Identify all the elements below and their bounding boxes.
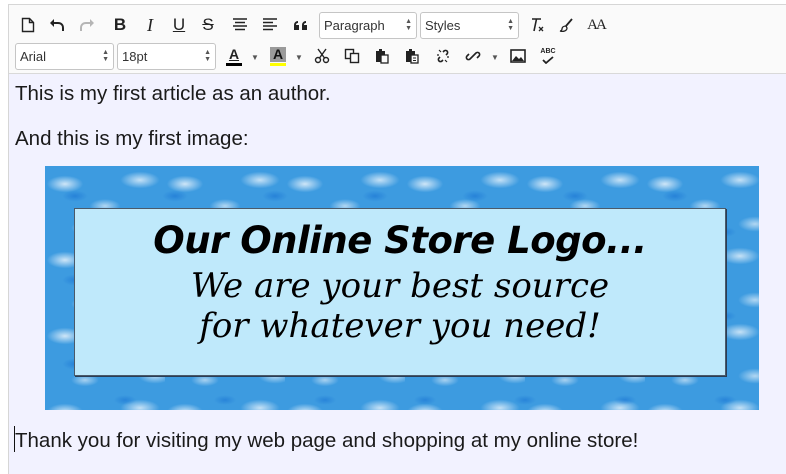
logo-panel: Our Online Store Logo... We are your bes… — [74, 208, 726, 376]
align-center-icon — [233, 18, 247, 31]
block-format-select[interactable]: Paragraph ▲ ▼ — [319, 12, 417, 39]
insert-image-button[interactable] — [505, 43, 531, 69]
blockquote-button[interactable] — [288, 12, 314, 38]
align-left-icon — [263, 18, 277, 31]
cut-button[interactable] — [309, 43, 335, 69]
font-size-select[interactable]: 18pt ▲ ▼ — [117, 43, 216, 70]
unlink-icon — [437, 49, 449, 63]
block-format-value: Paragraph — [324, 18, 385, 33]
undo-button[interactable] — [44, 12, 70, 38]
scissors-icon — [314, 48, 330, 64]
undo-icon — [50, 19, 64, 31]
clear-formatting-icon — [532, 18, 544, 32]
text-color-icon: A — [228, 45, 240, 62]
paragraph: And this is my first image: — [15, 127, 249, 150]
strikethrough-button[interactable]: S — [195, 12, 221, 38]
font-size-icon: AA — [587, 16, 607, 33]
underline-icon: U — [172, 15, 186, 34]
checkmark-icon — [542, 56, 554, 64]
font-size-toggle-button[interactable]: AA — [583, 12, 609, 38]
editor-toolbar: B I U S Paragraph ▲ ▼ Styles ▲ ▼ AA Aria… — [9, 5, 786, 74]
store-logo-image[interactable]: Our Online Store Logo... We are your bes… — [45, 166, 759, 410]
logo-title: Our Online Store Logo... — [153, 219, 647, 262]
select-arrows-icon: ▲ ▼ — [102, 49, 109, 63]
italic-button[interactable]: I — [137, 12, 163, 38]
link-dropdown-caret[interactable]: ▼ — [491, 53, 499, 62]
new-document-icon — [21, 17, 35, 33]
highlight-color-button[interactable]: A — [265, 43, 291, 69]
unlink-button[interactable] — [430, 43, 456, 69]
spellcheck-icon: ABC — [540, 48, 556, 55]
paste-text-button[interactable] — [399, 43, 425, 69]
redo-icon — [80, 19, 94, 31]
format-painter-button[interactable] — [553, 12, 579, 38]
image-icon — [510, 49, 526, 63]
highlight-color-icon: A — [269, 46, 287, 62]
paragraph: This is my first article as an author. — [15, 82, 331, 105]
link-icon — [465, 51, 481, 61]
font-size-value: 18pt — [122, 49, 148, 64]
paintbrush-icon — [559, 18, 573, 33]
underline-button[interactable]: U — [166, 12, 192, 38]
text-color-dropdown-caret[interactable]: ▼ — [251, 53, 259, 62]
logo-tagline-line-1: We are your best source — [190, 266, 610, 306]
highlight-color-dropdown-caret[interactable]: ▼ — [295, 53, 303, 62]
align-center-button[interactable] — [227, 12, 253, 38]
select-arrows-icon: ▲ ▼ — [204, 49, 211, 63]
clipboard-icon — [376, 49, 389, 64]
blockquote-icon — [294, 21, 307, 30]
redo-button[interactable] — [74, 12, 100, 38]
font-family-value: Arial — [20, 49, 47, 64]
new-document-button[interactable] — [15, 12, 41, 38]
rich-text-editor: B I U S Paragraph ▲ ▼ Styles ▲ ▼ AA Aria… — [8, 4, 786, 474]
text-color-swatch — [226, 62, 242, 66]
text-color-button[interactable]: A — [221, 43, 247, 69]
clear-formatting-button[interactable] — [524, 12, 550, 38]
toolbar-row-2: Arial ▲ ▼ 18pt ▲ ▼ A ▼ A ▼ ▼ ABC — [9, 41, 786, 73]
paste-text-icon — [406, 49, 419, 64]
align-left-button[interactable] — [257, 12, 283, 38]
styles-select[interactable]: Styles ▲ ▼ — [420, 12, 519, 39]
spellcheck-button[interactable]: ABC — [535, 43, 561, 69]
strikethrough-icon: S — [202, 15, 214, 34]
italic-icon: I — [147, 14, 153, 35]
copy-icon — [344, 48, 360, 64]
select-arrows-icon: ▲ ▼ — [405, 18, 412, 32]
copy-button[interactable] — [339, 43, 365, 69]
highlight-color-swatch — [270, 62, 286, 66]
toolbar-row-1: B I U S Paragraph ▲ ▼ Styles ▲ ▼ AA — [9, 10, 786, 42]
bold-icon: B — [113, 15, 127, 34]
font-family-select[interactable]: Arial ▲ ▼ — [15, 43, 114, 70]
paste-button[interactable] — [369, 43, 395, 69]
insert-link-button[interactable] — [460, 43, 486, 69]
select-arrows-icon: ▲ ▼ — [507, 18, 514, 32]
paragraph: Thank you for visiting my web page and s… — [15, 429, 639, 452]
styles-value: Styles — [425, 18, 461, 33]
bold-button[interactable]: B — [107, 12, 133, 38]
logo-tagline-line-2: for whatever you need! — [199, 306, 601, 346]
